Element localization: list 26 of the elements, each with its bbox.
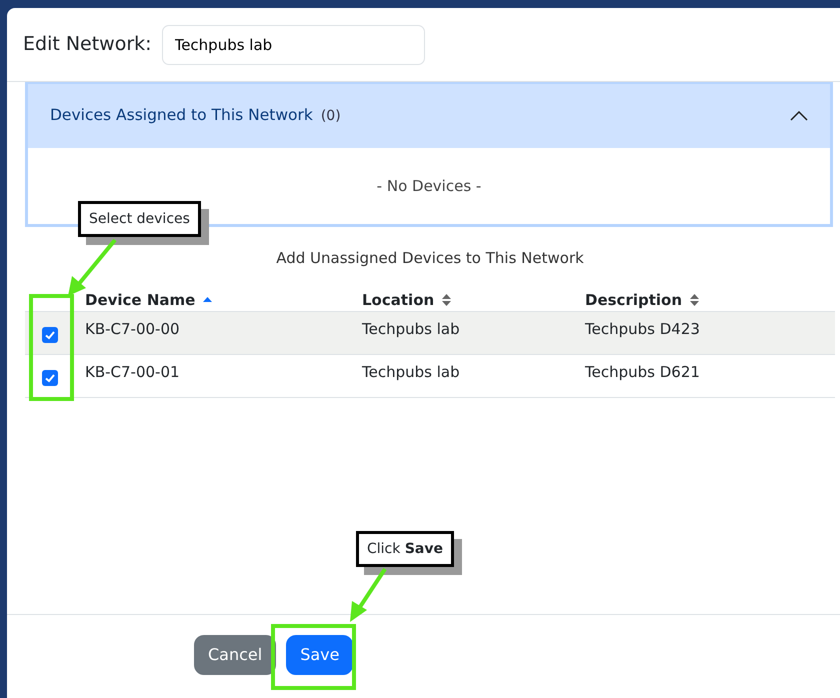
table-cell: KB-C7-00-00	[85, 320, 180, 338]
sort-ascending-icon[interactable]	[203, 296, 212, 303]
collapse-chevron-icon[interactable]	[790, 111, 808, 121]
row-checkbox[interactable]	[42, 370, 58, 386]
column-header[interactable]: Device Name	[85, 288, 212, 311]
save-button[interactable]: Save	[286, 634, 354, 674]
table-cell: Techpubs D423	[585, 320, 700, 338]
sort-icon[interactable]	[442, 294, 452, 306]
row-checkbox[interactable]	[42, 327, 58, 343]
table-cell: Techpubs D621	[585, 363, 700, 381]
table-cell: KB-C7-00-01	[85, 363, 180, 381]
network-name-field[interactable]: Techpubs lab	[162, 24, 425, 64]
column-header[interactable]: Location	[362, 288, 452, 311]
section-heading: Add Unassigned Devices to This Network	[276, 249, 584, 267]
empty-message: - No Devices -	[376, 176, 482, 197]
arrow	[350, 568, 387, 622]
sort-icon[interactable]	[690, 294, 700, 306]
dialog-title: Edit Network:	[23, 32, 152, 58]
table-row[interactable]: KB-C7-00-00 Techpubs lab Techpubs D423	[25, 312, 835, 354]
panel-title: Devices Assigned to This Network	[50, 105, 313, 126]
table-row[interactable]: KB-C7-00-01 Techpubs lab Techpubs D621	[25, 354, 835, 398]
table-cell: Techpubs lab	[362, 363, 460, 381]
cancel-button[interactable]: Cancel	[194, 634, 276, 674]
column-header[interactable]: Description	[585, 288, 700, 311]
device-count: (0)	[320, 106, 341, 126]
table-cell: Techpubs lab	[362, 320, 460, 338]
